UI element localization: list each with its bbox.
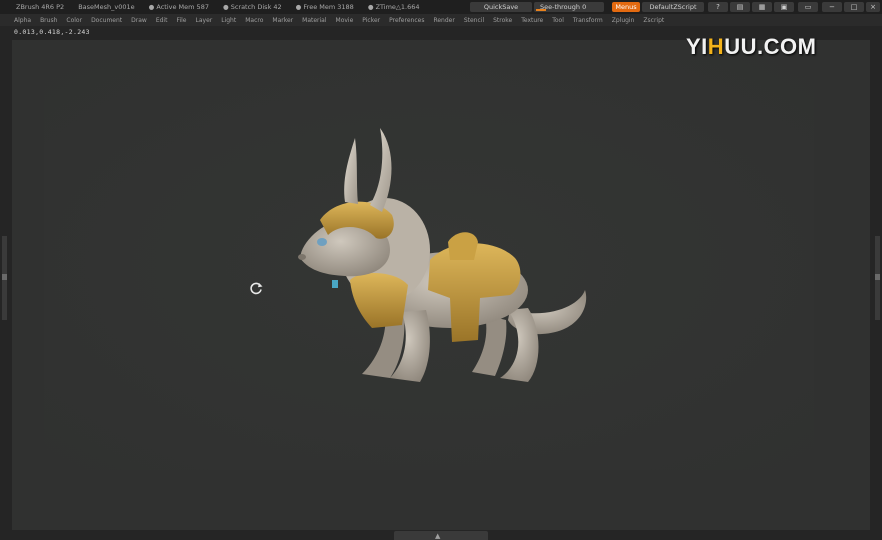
menu-item-stencil[interactable]: Stencil: [464, 17, 484, 24]
menu-item-preferences[interactable]: Preferences: [389, 17, 424, 24]
watermark-suffix: UU.COM: [724, 34, 817, 59]
watermark-prefix: YI: [686, 34, 708, 59]
back-leg-near: [500, 308, 539, 382]
menu-item-movie[interactable]: Movie: [336, 17, 354, 24]
help-icon[interactable]: ?: [708, 2, 728, 12]
bottom-tray-handle[interactable]: ▲: [394, 531, 488, 540]
menu-item-tool[interactable]: Tool: [552, 17, 564, 24]
menu-item-transform[interactable]: Transform: [573, 17, 603, 24]
active-mem-status: ● Active Mem 587: [148, 3, 209, 11]
menu-item-macro[interactable]: Macro: [245, 17, 263, 24]
right-tray-handle[interactable]: [875, 236, 880, 320]
palette-icon[interactable]: ▣: [774, 2, 794, 12]
chest-armor: [350, 273, 408, 328]
menu-item-file[interactable]: File: [176, 17, 186, 24]
window-icon[interactable]: ▤: [730, 2, 750, 12]
ztime-status: ● ZTime△1.664: [367, 3, 420, 11]
menu-item-stroke[interactable]: Stroke: [493, 17, 512, 24]
creature-model[interactable]: [280, 120, 610, 400]
menu-item-document[interactable]: Document: [91, 17, 122, 24]
quicksave-button[interactable]: QuickSave: [470, 2, 532, 12]
menu-item-draw[interactable]: Draw: [131, 17, 147, 24]
watermark-logo: YIHUU.COM: [686, 34, 816, 60]
menu-item-brush[interactable]: Brush: [40, 17, 57, 24]
save-icon[interactable]: ▭: [798, 2, 818, 12]
menu-item-alpha[interactable]: Alpha: [14, 17, 31, 24]
menu-item-texture[interactable]: Texture: [521, 17, 543, 24]
menu-item-edit[interactable]: Edit: [156, 17, 168, 24]
see-through-label: See-through 0: [540, 3, 587, 11]
menu-item-material[interactable]: Material: [302, 17, 326, 24]
left-tray-handle[interactable]: [2, 236, 7, 320]
scratch-disk-status: ● Scratch Disk 42: [222, 3, 282, 11]
chest-gem: [332, 280, 338, 288]
see-through-level: [536, 9, 546, 11]
menu-item-zscript[interactable]: Zscript: [643, 17, 664, 24]
maximize-icon[interactable]: □: [844, 2, 864, 12]
cursor-coordinates: 0.013,0.418,-2.243: [14, 28, 90, 36]
nose: [298, 254, 306, 260]
see-through-slider[interactable]: See-through 0: [534, 2, 604, 12]
default-zscript-button[interactable]: DefaultZScript: [642, 2, 704, 12]
expand-arrow-icon: ▲: [435, 532, 441, 540]
menu-item-light[interactable]: Light: [221, 17, 236, 24]
menu-item-layer[interactable]: Layer: [196, 17, 213, 24]
left-tray-grip-icon: [2, 274, 7, 280]
file-name: BaseMesh_v001e: [78, 3, 135, 11]
minimize-icon[interactable]: −: [822, 2, 842, 12]
layout-icon[interactable]: ▦: [752, 2, 772, 12]
app-title: ZBrush 4R6 P2: [16, 3, 65, 11]
watermark-accent: H: [707, 34, 725, 59]
menu-item-render[interactable]: Render: [433, 17, 454, 24]
rotate-cursor-icon: [250, 282, 263, 295]
close-icon[interactable]: ×: [866, 2, 880, 12]
saddle-seat: [448, 232, 478, 260]
right-tray-grip-icon: [875, 274, 880, 280]
eye: [317, 238, 327, 246]
menu-item-zplugin[interactable]: Zplugin: [612, 17, 635, 24]
menu-bar: Alpha Brush Color Document Draw Edit Fil…: [0, 14, 882, 26]
horn-back: [344, 138, 358, 204]
menu-item-color[interactable]: Color: [66, 17, 82, 24]
free-mem-status: ● Free Mem 3188: [295, 3, 354, 11]
menus-button[interactable]: Menus: [612, 2, 640, 12]
title-bar: ZBrush 4R6 P2 BaseMesh_v001e ● Active Me…: [0, 0, 882, 14]
menu-item-picker[interactable]: Picker: [362, 17, 380, 24]
menu-item-marker[interactable]: Marker: [272, 17, 293, 24]
